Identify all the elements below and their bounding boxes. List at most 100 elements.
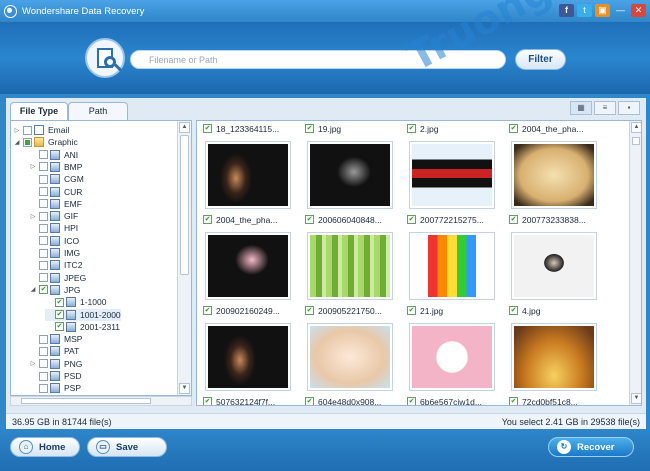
tree-item[interactable]: MSP bbox=[29, 333, 82, 345]
file-caption[interactable]: ✔ 200773233838... bbox=[509, 214, 586, 225]
file-thumbnail[interactable] bbox=[409, 323, 495, 391]
file-caption[interactable]: ✔ 604e48d0x908... bbox=[305, 396, 381, 405]
tree-checkbox[interactable] bbox=[39, 187, 48, 196]
file-checkbox[interactable]: ✔ bbox=[407, 397, 416, 405]
file-thumbnail[interactable] bbox=[511, 232, 597, 300]
file-thumbnail[interactable] bbox=[409, 141, 495, 209]
file-caption[interactable]: ✔ 200905221750... bbox=[305, 305, 382, 316]
tree-checkbox[interactable] bbox=[39, 371, 48, 381]
file-checkbox[interactable]: ✔ bbox=[509, 306, 518, 315]
expand-arrow-icon[interactable]: ▷ bbox=[29, 163, 37, 170]
tree-item[interactable]: HPI bbox=[29, 222, 78, 234]
file-caption[interactable]: ✔ 2.jpg bbox=[407, 123, 438, 134]
tree-checkbox[interactable] bbox=[39, 383, 48, 393]
tree-item[interactable]: ITC2 bbox=[29, 259, 82, 271]
file-thumbnail[interactable] bbox=[307, 232, 393, 300]
tree-item[interactable]: IMG bbox=[29, 247, 80, 259]
thumbnail-view-icon[interactable]: ▦ bbox=[570, 101, 592, 115]
file-checkbox[interactable]: ✔ bbox=[509, 215, 518, 224]
tree-checkbox[interactable] bbox=[23, 137, 32, 147]
file-thumbnail[interactable] bbox=[511, 323, 597, 391]
file-checkbox[interactable]: ✔ bbox=[305, 397, 314, 405]
file-checkbox[interactable]: ✔ bbox=[407, 306, 416, 315]
tree-checkbox[interactable]: ✔ bbox=[55, 322, 64, 332]
file-caption[interactable]: ✔ 72cd0bf51c8... bbox=[509, 396, 578, 405]
file-checkbox[interactable]: ✔ bbox=[305, 306, 314, 315]
tree-item[interactable]: CUR bbox=[29, 186, 82, 198]
file-caption[interactable]: ✔ 200772215275... bbox=[407, 214, 484, 225]
tree-checkbox[interactable] bbox=[39, 273, 48, 283]
file-checkbox[interactable]: ✔ bbox=[509, 124, 518, 133]
scroll-thumb[interactable] bbox=[180, 135, 189, 275]
close-button[interactable]: ✕ bbox=[631, 4, 646, 17]
file-caption[interactable]: ✔ 6b6e567cjw1d... bbox=[407, 396, 482, 405]
home-button[interactable]: ⌂ Home bbox=[10, 437, 80, 457]
file-caption[interactable]: ✔ 21.jpg bbox=[407, 305, 443, 316]
file-checkbox[interactable]: ✔ bbox=[203, 397, 212, 405]
tree-item[interactable]: EMF bbox=[29, 198, 82, 210]
detail-view-icon[interactable]: ▪ bbox=[618, 101, 640, 115]
file-thumbnail[interactable] bbox=[307, 141, 393, 209]
tree-item[interactable]: PSP bbox=[29, 382, 81, 394]
tree-checkbox[interactable] bbox=[39, 174, 48, 184]
tree-checkbox[interactable] bbox=[39, 150, 48, 160]
tree-checkbox[interactable] bbox=[23, 125, 32, 135]
file-thumbnail[interactable] bbox=[205, 232, 291, 300]
tree-checkbox[interactable]: ✔ bbox=[55, 310, 64, 319]
tree-vertical-scrollbar[interactable]: ▲ ▼ bbox=[177, 121, 191, 395]
scroll-down-icon[interactable]: ▼ bbox=[179, 383, 190, 394]
file-checkbox[interactable]: ✔ bbox=[203, 306, 212, 315]
facebook-icon[interactable]: f bbox=[559, 4, 574, 17]
list-view-icon[interactable]: ≡ bbox=[594, 101, 616, 115]
minimize-button[interactable]: — bbox=[613, 4, 628, 17]
tree-checkbox[interactable] bbox=[39, 236, 48, 246]
file-caption[interactable]: ✔ 18_123364115... bbox=[203, 123, 279, 134]
file-thumbnail[interactable] bbox=[307, 323, 393, 391]
file-thumbnail[interactable] bbox=[409, 232, 495, 300]
tree-item[interactable]: ✔ 1-1000 bbox=[45, 296, 106, 308]
tree-item[interactable]: PSD bbox=[29, 370, 81, 382]
tree-checkbox[interactable] bbox=[39, 346, 48, 356]
expand-arrow-icon[interactable]: ◢ bbox=[13, 139, 21, 146]
file-caption[interactable]: ✔ 4.jpg bbox=[509, 305, 540, 316]
tree-item[interactable]: ANI bbox=[29, 149, 78, 161]
expand-arrow-icon[interactable]: ▷ bbox=[29, 213, 37, 220]
tree-horizontal-scrollbar[interactable] bbox=[10, 396, 192, 406]
tree-checkbox[interactable] bbox=[39, 211, 48, 221]
file-checkbox[interactable]: ✔ bbox=[203, 124, 212, 133]
scroll-up-icon[interactable]: ▲ bbox=[179, 122, 190, 133]
twitter-icon[interactable]: t bbox=[577, 4, 592, 17]
tree-item[interactable]: ◢ ✔ JPG bbox=[29, 284, 81, 296]
scroll-up-icon[interactable]: ▲ bbox=[631, 122, 641, 133]
rss-icon[interactable]: ▣ bbox=[595, 4, 610, 17]
tree-item[interactable]: ▷ PNG bbox=[29, 358, 82, 370]
expand-arrow-icon[interactable]: ▷ bbox=[29, 360, 37, 367]
expand-arrow-icon[interactable]: ◢ bbox=[29, 286, 37, 293]
file-thumbnail[interactable] bbox=[511, 141, 597, 209]
tree-checkbox[interactable] bbox=[39, 199, 48, 209]
tree-item[interactable]: ICO bbox=[29, 235, 79, 247]
tree-item[interactable]: ▷ GIF bbox=[29, 210, 78, 222]
tree-checkbox[interactable]: ✔ bbox=[39, 285, 48, 295]
tree-item[interactable]: ▷ BMP bbox=[29, 161, 82, 173]
tree-item[interactable]: ✔ 2001-2311 bbox=[45, 321, 120, 333]
file-checkbox[interactable]: ✔ bbox=[407, 215, 416, 224]
file-checkbox[interactable]: ✔ bbox=[203, 215, 212, 224]
file-caption[interactable]: ✔ 19.jpg bbox=[305, 123, 341, 134]
tree-item[interactable]: ✔ 1001-2000 bbox=[45, 308, 121, 321]
tree-checkbox[interactable] bbox=[39, 223, 48, 233]
tree-item[interactable]: PAT bbox=[29, 345, 79, 357]
tab-path[interactable]: Path bbox=[68, 102, 128, 120]
tree-item[interactable]: ◢ Graphic bbox=[13, 136, 78, 148]
tree-checkbox[interactable] bbox=[39, 359, 48, 369]
scroll-thumb[interactable] bbox=[632, 137, 640, 145]
file-caption[interactable]: ✔ 200606040848... bbox=[305, 214, 382, 225]
recover-button[interactable]: ↻ Recover bbox=[548, 437, 634, 457]
file-thumbnail[interactable] bbox=[205, 323, 291, 391]
file-caption[interactable]: ✔ 507632124f7f... bbox=[203, 396, 275, 405]
tree-checkbox[interactable] bbox=[39, 162, 48, 172]
search-input[interactable] bbox=[130, 50, 506, 69]
file-caption[interactable]: ✔ 2004_the_pha... bbox=[509, 123, 583, 134]
file-checkbox[interactable]: ✔ bbox=[407, 124, 416, 133]
tree-checkbox[interactable] bbox=[39, 248, 48, 258]
